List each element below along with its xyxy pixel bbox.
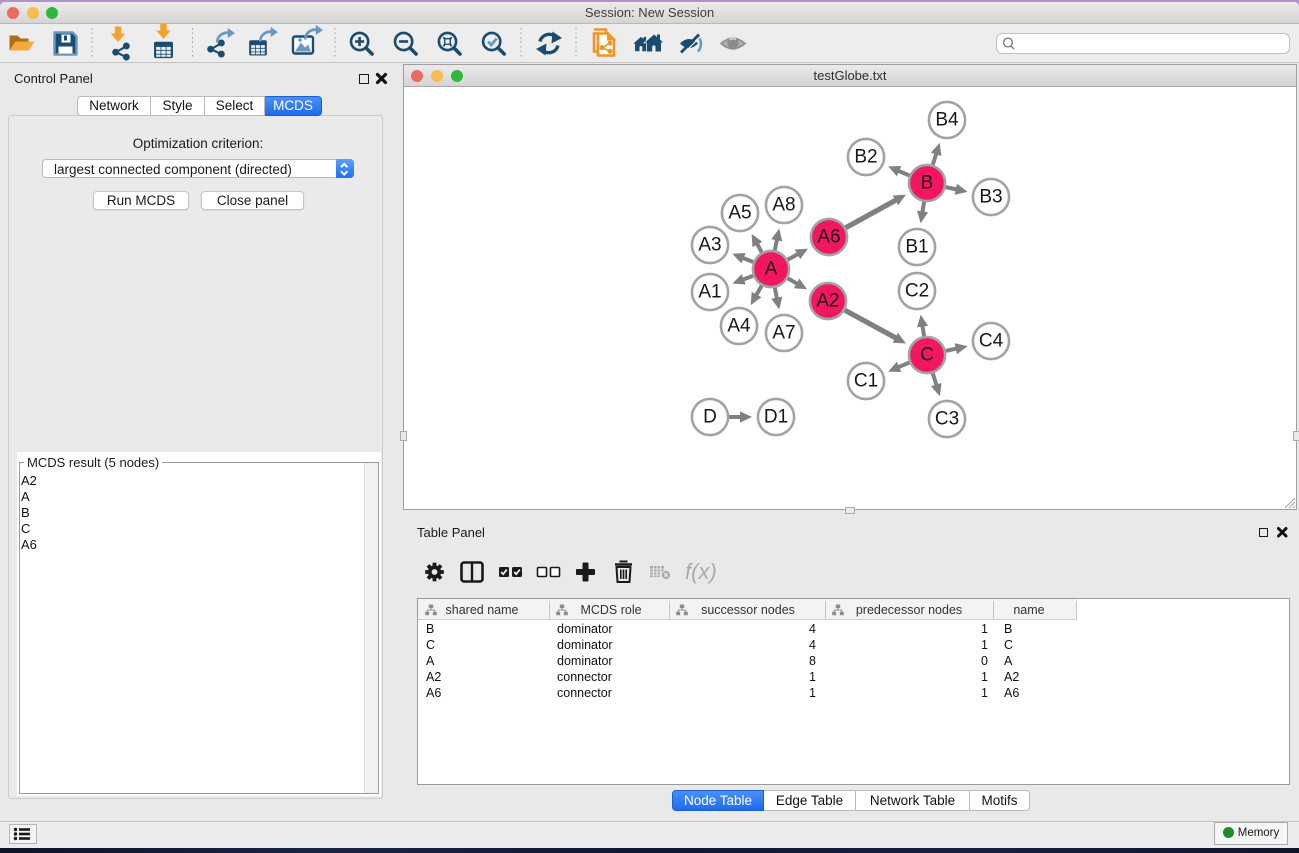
svg-text:B2: B2 — [854, 147, 877, 168]
svg-text:MCDS role: MCDS role — [580, 603, 641, 617]
svg-text:dominator: dominator — [557, 638, 613, 652]
svg-text:predecessor nodes: predecessor nodes — [856, 603, 962, 617]
svg-text:B1: B1 — [905, 237, 928, 258]
svg-text:connector: connector — [557, 670, 612, 684]
svg-text:D: D — [703, 407, 717, 428]
svg-text:B: B — [921, 173, 934, 194]
svg-text:A2: A2 — [426, 670, 441, 684]
svg-text:shared name: shared name — [446, 603, 519, 617]
svg-text:D1: D1 — [764, 407, 788, 428]
svg-text:C3: C3 — [935, 409, 959, 430]
svg-text:1: 1 — [981, 686, 988, 700]
svg-text:A6: A6 — [1004, 686, 1019, 700]
svg-text:A1: A1 — [698, 282, 721, 303]
svg-text:successor nodes: successor nodes — [701, 603, 795, 617]
svg-text:B4: B4 — [935, 110, 959, 131]
svg-text:A6: A6 — [426, 686, 441, 700]
svg-text:1: 1 — [809, 670, 816, 684]
svg-text:1: 1 — [981, 622, 988, 636]
svg-text:C: C — [1004, 638, 1013, 652]
svg-text:1: 1 — [981, 670, 988, 684]
svg-text:A7: A7 — [772, 323, 795, 344]
svg-text:C2: C2 — [905, 281, 929, 302]
svg-text:B: B — [426, 622, 434, 636]
svg-text:C: C — [426, 638, 435, 652]
svg-text:C4: C4 — [979, 331, 1004, 352]
svg-text:C: C — [920, 345, 934, 366]
svg-text:A8: A8 — [772, 195, 795, 216]
svg-text:4: 4 — [809, 638, 816, 652]
svg-text:name: name — [1013, 603, 1044, 617]
svg-text:C1: C1 — [854, 371, 878, 392]
svg-text:A6: A6 — [817, 227, 840, 248]
svg-text:A4: A4 — [727, 316, 751, 337]
svg-text:dominator: dominator — [557, 654, 613, 668]
svg-text:A2: A2 — [1004, 670, 1019, 684]
svg-text:A3: A3 — [698, 235, 721, 256]
svg-text:8: 8 — [809, 654, 816, 668]
svg-text:A: A — [426, 654, 435, 668]
svg-text:A: A — [765, 259, 778, 280]
svg-text:0: 0 — [981, 654, 988, 668]
svg-text:dominator: dominator — [557, 622, 613, 636]
svg-text:1: 1 — [809, 686, 816, 700]
svg-text:A: A — [1004, 654, 1013, 668]
svg-text:4: 4 — [809, 622, 816, 636]
svg-text:f(x): f(x) — [685, 559, 717, 584]
svg-text:B3: B3 — [979, 187, 1002, 208]
svg-text:connector: connector — [557, 686, 612, 700]
svg-text:B: B — [1004, 622, 1012, 636]
svg-text:A5: A5 — [728, 203, 751, 224]
svg-text:1: 1 — [981, 638, 988, 652]
svg-text:A2: A2 — [816, 291, 839, 312]
